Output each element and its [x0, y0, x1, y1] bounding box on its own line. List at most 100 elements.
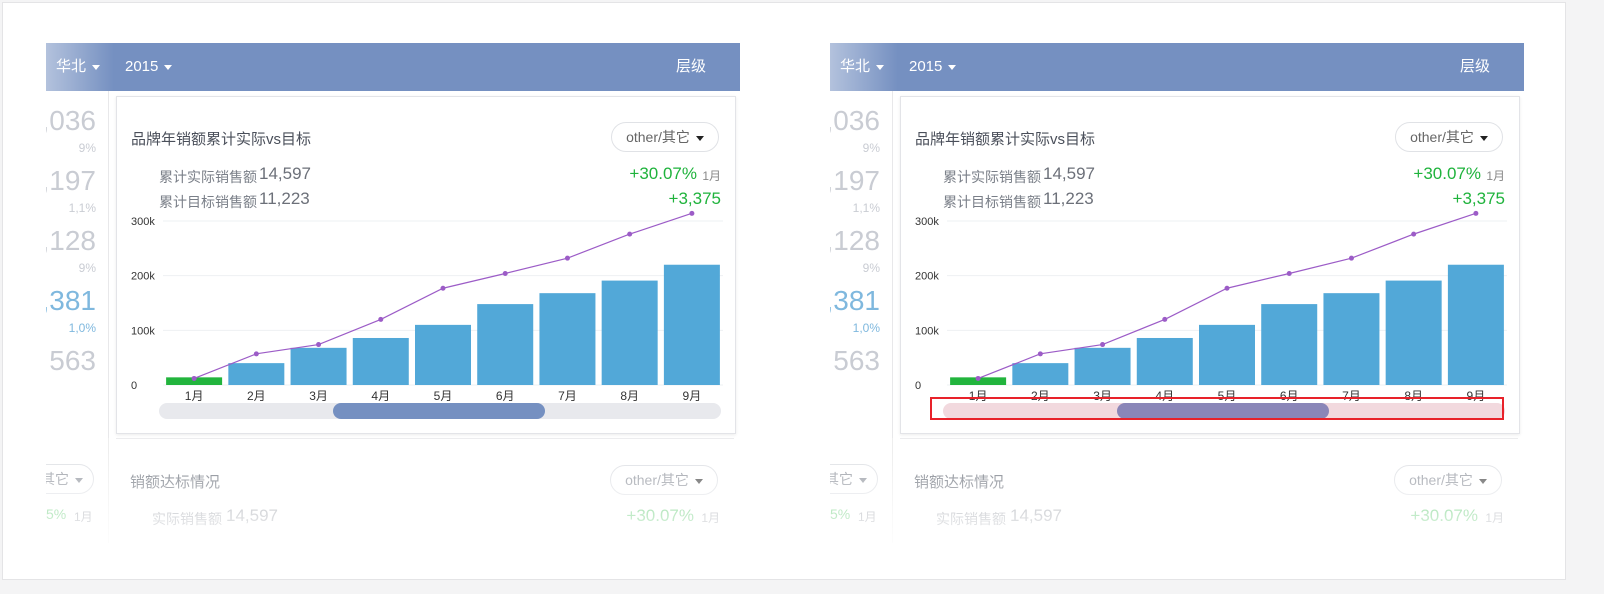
target-point[interactable]	[440, 285, 446, 291]
target-point[interactable]	[502, 270, 508, 276]
chart-scrollbar[interactable]	[159, 403, 721, 419]
target-point[interactable]	[1473, 210, 1479, 216]
x-tick-label: 7月	[1342, 389, 1361, 403]
panel-left: 华北 2015 层级 ,036 9% ,197 1,1% ,128 9% ,38…	[46, 43, 740, 543]
chart-bar[interactable]	[1261, 304, 1318, 385]
sales-card: 品牌年销额累计实际vs目标 other/其它 累计实际销售额 14,597 累计…	[116, 96, 736, 434]
scrollbar-thumb[interactable]	[1117, 403, 1329, 419]
y-tick-label: 300k	[131, 216, 155, 228]
levels-button[interactable]: 层级	[1460, 43, 1490, 91]
left-small-number: 9%	[862, 141, 880, 155]
target-point[interactable]	[975, 375, 981, 381]
left-month: 1月	[74, 510, 93, 524]
actual-label: 累计实际销售额	[159, 169, 257, 185]
x-tick-label: 7月	[558, 389, 577, 403]
y-tick-label: 100k	[915, 325, 939, 337]
card-title: 品牌年销额累计实际vs目标	[915, 131, 1096, 148]
scrollbar-thumb[interactable]	[333, 403, 545, 419]
left-pct: 5%	[830, 506, 851, 522]
year-selector[interactable]: 2015	[125, 43, 173, 91]
actual-label: 累计实际销售额	[943, 169, 1041, 185]
target-point[interactable]	[1348, 255, 1354, 261]
left-big-number: 563	[833, 345, 880, 376]
chart-bar[interactable]	[601, 280, 658, 385]
dropdown-label: other/其它	[625, 472, 689, 488]
chart-bar[interactable]	[415, 324, 471, 385]
target-point[interactable]	[316, 342, 322, 348]
target-point[interactable]	[1411, 231, 1417, 237]
left-dropdown[interactable]: 其它	[46, 464, 94, 494]
chart-bar[interactable]	[290, 347, 347, 385]
chart-bar[interactable]	[477, 304, 534, 385]
card2-growth: +30.07%	[1410, 506, 1478, 525]
chart-bar[interactable]	[352, 337, 409, 385]
left-dropdown-label: 其它	[46, 471, 69, 487]
category-dropdown[interactable]: other/其它	[1395, 122, 1503, 152]
chart-bar[interactable]	[1012, 363, 1069, 385]
target-point[interactable]	[1162, 316, 1168, 322]
left-lower-card: 其它 5% 1月	[46, 438, 109, 543]
card2-month: 1月	[701, 511, 720, 525]
topbar: 华北 2015 层级	[830, 43, 1524, 91]
chevron-down-icon	[1479, 135, 1488, 141]
chart-bar[interactable]	[1385, 280, 1442, 385]
chart-bar[interactable]	[663, 264, 720, 385]
chart-bar[interactable]	[539, 293, 596, 385]
levels-button[interactable]: 层级	[676, 43, 706, 91]
growth-rate: +30.07%	[629, 164, 697, 183]
left-dropdown[interactable]: 其它	[830, 464, 878, 494]
target-point[interactable]	[191, 375, 197, 381]
left-card-cutoff: ,036 9% ,197 1,1% ,128 9% ,381 1,0% 563	[830, 91, 893, 481]
stage: 华北 2015 层级 ,036 9% ,197 1,1% ,128 9% ,38…	[2, 2, 1566, 580]
diff-value: +3,375	[668, 189, 721, 208]
left-lower-card: 其它 5% 1月	[830, 438, 893, 543]
x-tick-label: 8月	[620, 389, 639, 403]
x-tick-label: 2月	[1031, 389, 1050, 403]
card2-dropdown[interactable]: other/其它	[1394, 465, 1502, 495]
region-selector[interactable]: 华北	[46, 43, 114, 91]
target-point[interactable]	[253, 351, 259, 357]
target-point[interactable]	[1100, 342, 1106, 348]
card2-value: 14,597	[226, 506, 278, 525]
chart-bar[interactable]	[1074, 347, 1131, 385]
dropdown-label: other/其它	[1410, 129, 1474, 145]
card2-label: 实际销售额	[152, 511, 222, 527]
chevron-down-icon	[694, 478, 703, 484]
chart-bar[interactable]	[1447, 264, 1504, 385]
y-tick-label: 200k	[915, 271, 939, 283]
card2-title: 销额达标情况	[130, 474, 221, 491]
target-point[interactable]	[689, 210, 695, 216]
card2-value: 14,597	[1010, 506, 1062, 525]
chart-bar[interactable]	[228, 363, 285, 385]
actual-value: 14,597	[1043, 164, 1095, 183]
x-tick-label: 3月	[309, 389, 328, 403]
attainment-card: 销额达标情况 other/其它 实际销售额 14,597 +30.07% 1月	[116, 438, 734, 543]
x-tick-label: 1月	[969, 389, 988, 403]
card2-dropdown[interactable]: other/其它	[610, 465, 718, 495]
x-tick-label: 2月	[247, 389, 266, 403]
target-point[interactable]	[1037, 351, 1043, 357]
target-point[interactable]	[378, 316, 384, 322]
target-point[interactable]	[564, 255, 570, 261]
x-tick-label: 6月	[1280, 389, 1299, 403]
year-label: 2015	[125, 58, 159, 75]
panel-right: 华北 2015 层级 ,036 9% ,197 1,1% ,128 9% ,38…	[830, 43, 1524, 543]
category-dropdown[interactable]: other/其它	[611, 122, 719, 152]
year-selector[interactable]: 2015	[909, 43, 957, 91]
chart-scrollbar[interactable]	[943, 403, 1505, 419]
target-point[interactable]	[1286, 270, 1292, 276]
left-big-number: 563	[49, 345, 96, 376]
region-selector[interactable]: 华北	[830, 43, 898, 91]
chart-bar[interactable]	[1136, 337, 1193, 385]
chevron-down-icon	[164, 64, 173, 70]
chevron-down-icon	[92, 64, 101, 70]
left-small-number: 9%	[78, 141, 96, 155]
target-point[interactable]	[1224, 285, 1230, 291]
chevron-down-icon	[876, 64, 885, 70]
chart-bar[interactable]	[1323, 293, 1380, 385]
y-tick-label: 0	[915, 380, 921, 392]
x-tick-label: 5月	[1218, 389, 1237, 403]
chart-bar[interactable]	[1199, 324, 1255, 385]
chevron-down-icon	[859, 477, 867, 483]
target-point[interactable]	[627, 231, 633, 237]
